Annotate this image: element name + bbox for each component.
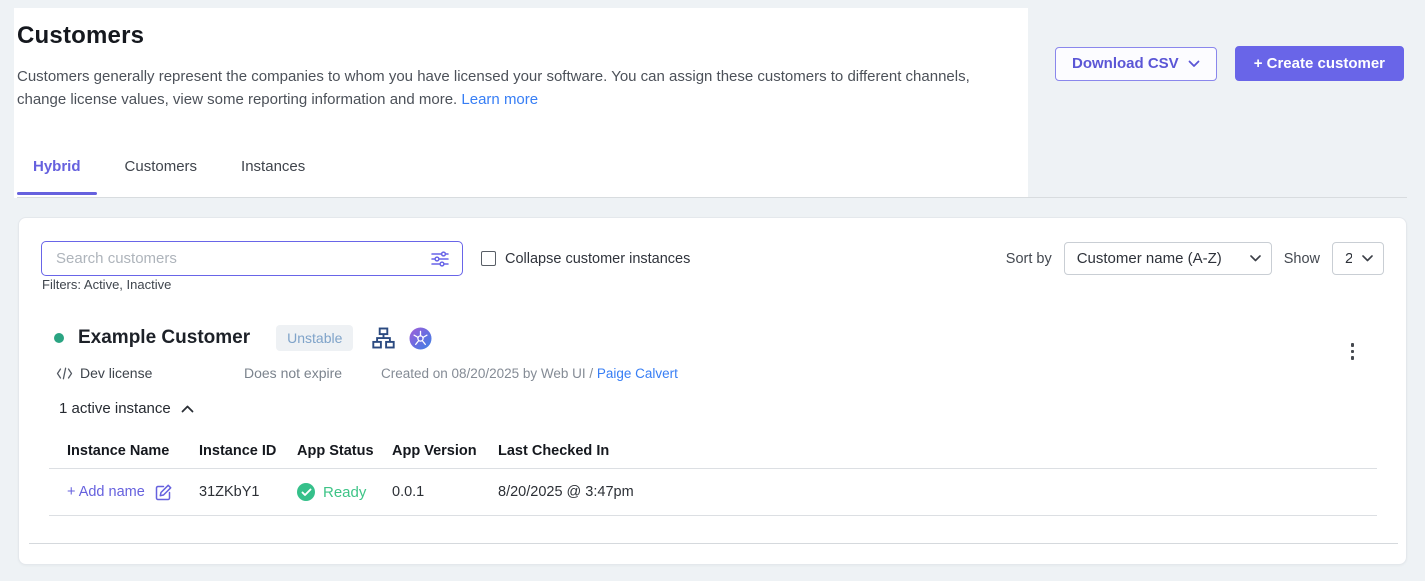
col-app-version: App Version <box>392 443 498 459</box>
download-csv-button[interactable]: Download CSV <box>1055 47 1217 81</box>
customer-name[interactable]: Example Customer <box>78 327 250 349</box>
sort-by-label: Sort by <box>1006 251 1052 267</box>
edit-pencil-icon <box>154 483 173 502</box>
search-box <box>41 241 463 276</box>
instances-summary: 1 active instance <box>59 400 171 417</box>
chevron-down-icon <box>1188 60 1200 68</box>
chevron-down-icon <box>1362 255 1373 262</box>
customer-row-header: Example Customer Unstable <box>54 325 432 351</box>
sort-select-value: Customer name (A-Z) <box>1077 250 1240 267</box>
tab-bar: Hybrid Customers Instances <box>17 158 333 193</box>
check-circle-icon <box>297 483 315 501</box>
page-title: Customers <box>17 22 144 50</box>
created-by-link[interactable]: Paige Calvert <box>597 366 678 381</box>
chevron-up-icon <box>181 405 194 413</box>
show-label: Show <box>1284 251 1320 267</box>
learn-more-link[interactable]: Learn more <box>461 91 538 108</box>
list-controls: Sort by Customer name (A-Z) Show 20 <box>1006 242 1384 275</box>
chevron-down-icon <box>1250 255 1261 262</box>
search-input[interactable] <box>56 250 430 267</box>
filter-sliders-icon[interactable] <box>430 250 450 268</box>
tab-bar-border <box>17 197 1407 198</box>
license-expiry: Does not expire <box>244 365 381 381</box>
code-brackets-icon <box>56 367 73 380</box>
create-customer-button[interactable]: + Create customer <box>1235 46 1404 81</box>
add-name-link[interactable]: + Add name <box>67 483 199 502</box>
tab-instances[interactable]: Instances <box>225 158 321 193</box>
created-info: Created on 08/20/2025 by Web UI / Paige … <box>381 366 678 381</box>
customer-meta-row: Dev license Does not expire Created on 0… <box>56 365 678 381</box>
col-app-status: App Status <box>297 443 392 459</box>
tab-hybrid[interactable]: Hybrid <box>17 158 97 193</box>
active-filters-label: Filters: Active, Inactive <box>42 277 171 292</box>
col-last-checked-in: Last Checked In <box>498 443 1377 459</box>
sort-select[interactable]: Customer name (A-Z) <box>1064 242 1272 275</box>
toolbar: Collapse customer instances Sort by Cust… <box>41 241 1384 276</box>
instance-id[interactable]: 31ZKbY1 <box>199 484 297 500</box>
collapse-instances-label: Collapse customer instances <box>505 251 690 267</box>
sitemap-icon <box>371 326 396 350</box>
customers-panel: Collapse customer instances Sort by Cust… <box>18 217 1407 565</box>
page-description: Customers generally represent the compan… <box>17 66 979 111</box>
app-version: 0.0.1 <box>392 484 498 500</box>
page-size-select[interactable]: 20 <box>1332 242 1384 275</box>
add-name-label: + Add name <box>67 484 145 500</box>
page-size-value: 20 <box>1345 250 1352 267</box>
created-prefix: Created on 08/20/2025 by Web UI / <box>381 366 597 381</box>
customers-page: Customers Customers generally represent … <box>0 0 1425 581</box>
instances-table: Instance Name Instance ID App Status App… <box>49 434 1377 516</box>
customer-menu-button[interactable] <box>1347 339 1359 364</box>
customer-type-icons <box>371 326 432 350</box>
collapse-instances-toggle: Collapse customer instances <box>481 251 690 267</box>
kubernetes-icon <box>409 327 432 350</box>
col-instance-name: Instance Name <box>67 443 199 459</box>
instance-row: + Add name 31ZKbY1 <box>49 469 1377 515</box>
table-divider <box>49 515 1377 516</box>
app-status-label: Ready <box>323 484 366 501</box>
header-actions: Download CSV + Create customer <box>1055 46 1404 81</box>
download-csv-label: Download CSV <box>1072 55 1179 72</box>
customer-section-divider <box>29 543 1398 544</box>
channel-badge: Unstable <box>276 325 353 351</box>
collapse-instances-checkbox[interactable] <box>481 251 496 266</box>
tab-customers[interactable]: Customers <box>109 158 214 193</box>
col-instance-id: Instance ID <box>199 443 297 459</box>
last-checked-in: 8/20/2025 @ 3:47pm <box>498 484 1377 500</box>
instances-collapse-toggle[interactable]: 1 active instance <box>59 400 194 417</box>
app-status: Ready <box>297 483 392 501</box>
license-type: Dev license <box>56 365 244 381</box>
instances-table-header: Instance Name Instance ID App Status App… <box>49 434 1377 468</box>
license-type-label: Dev license <box>80 365 152 381</box>
active-status-dot <box>54 333 64 343</box>
